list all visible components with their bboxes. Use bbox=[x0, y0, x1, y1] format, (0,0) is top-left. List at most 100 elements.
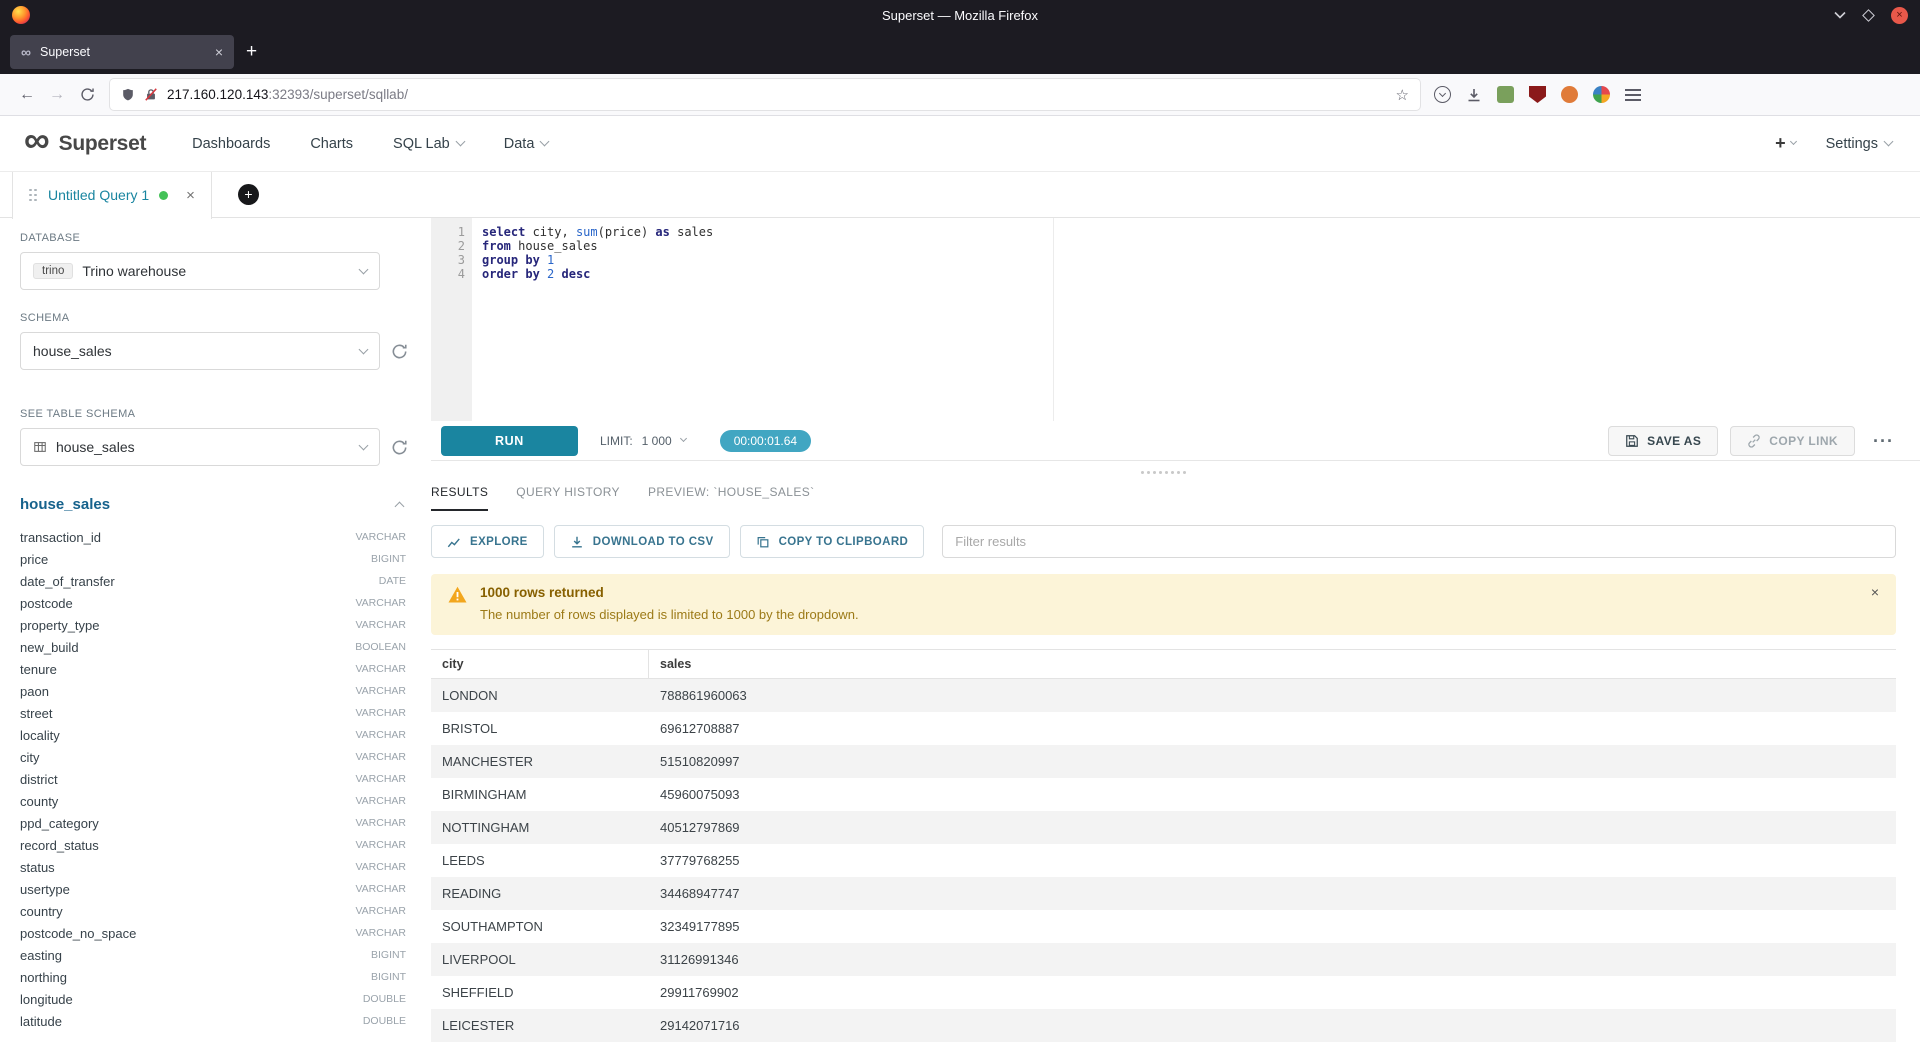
tab-results[interactable]: RESULTS bbox=[431, 485, 488, 511]
limit-dropdown[interactable]: LIMIT: 1 000 bbox=[600, 434, 686, 448]
column-name: price bbox=[20, 552, 371, 567]
table-row: SOUTHAMPTON32349177895 bbox=[431, 910, 1896, 943]
column-name: new_build bbox=[20, 640, 355, 655]
drag-handle-icon[interactable] bbox=[29, 189, 38, 202]
tab-close-icon[interactable]: × bbox=[215, 45, 223, 59]
url-field[interactable]: 217.160.120.143:32393/superset/sqllab/ ☆ bbox=[110, 79, 1420, 110]
column-header-sales[interactable]: sales bbox=[649, 650, 1896, 678]
table-grid-icon bbox=[33, 440, 47, 454]
collapse-table-icon[interactable] bbox=[395, 502, 405, 512]
window-maximize-icon[interactable] bbox=[1862, 9, 1875, 22]
refresh-table-icon[interactable] bbox=[391, 439, 408, 456]
run-button[interactable]: RUN bbox=[441, 426, 578, 456]
pane-resize-handle[interactable] bbox=[431, 464, 1896, 480]
cell-city: LEEDS bbox=[431, 853, 649, 868]
cell-sales: 31126991346 bbox=[649, 952, 1896, 967]
window-minimize-icon[interactable] bbox=[1834, 11, 1846, 19]
settings-menu[interactable]: Settings bbox=[1826, 136, 1892, 152]
table-row: LONDON788861960063 bbox=[431, 679, 1896, 712]
schema-label: SCHEMA bbox=[20, 312, 411, 324]
column-row: postcodeVARCHAR bbox=[20, 592, 406, 614]
column-row: date_of_transferDATE bbox=[20, 570, 406, 592]
downloads-icon[interactable] bbox=[1466, 87, 1482, 103]
insecure-lock-icon[interactable] bbox=[144, 87, 158, 102]
extension-ublock-icon[interactable] bbox=[1529, 86, 1546, 103]
extension-green-icon[interactable] bbox=[1497, 86, 1514, 103]
schema-select[interactable]: house_sales bbox=[20, 332, 380, 370]
database-label: DATABASE bbox=[20, 232, 411, 244]
column-row: priceBIGINT bbox=[20, 548, 406, 570]
cell-sales: 29142071716 bbox=[649, 1018, 1896, 1033]
sql-line: order by 2 desc bbox=[482, 267, 1920, 281]
pocket-icon[interactable] bbox=[1434, 86, 1451, 103]
column-type: DATE bbox=[379, 575, 406, 587]
column-type: VARCHAR bbox=[355, 707, 406, 719]
chevron-down-icon bbox=[455, 137, 465, 147]
refresh-schema-icon[interactable] bbox=[391, 343, 408, 360]
window-close-icon[interactable]: × bbox=[1891, 7, 1908, 24]
table-name[interactable]: house_sales bbox=[20, 496, 396, 513]
table-row: NOTTINGHAM40512797869 bbox=[431, 811, 1896, 844]
column-row: localityVARCHAR bbox=[20, 724, 406, 746]
column-name: postcode bbox=[20, 596, 355, 611]
nav-item-dashboards[interactable]: Dashboards bbox=[192, 136, 270, 152]
bookmark-star-icon[interactable]: ☆ bbox=[1396, 86, 1409, 104]
chevron-down-icon bbox=[359, 344, 369, 354]
column-type: VARCHAR bbox=[355, 685, 406, 697]
column-header-city[interactable]: city bbox=[431, 650, 649, 678]
column-row: northingBIGINT bbox=[20, 966, 406, 988]
nav-item-data[interactable]: Data bbox=[504, 136, 549, 152]
copy-link-button[interactable]: COPY LINK bbox=[1730, 426, 1855, 456]
column-row: ppd_categoryVARCHAR bbox=[20, 812, 406, 834]
column-name: paon bbox=[20, 684, 355, 699]
window-title: Superset — Mozilla Firefox bbox=[0, 8, 1920, 23]
menu-hamburger-icon[interactable] bbox=[1625, 89, 1641, 101]
cell-city: NOTTINGHAM bbox=[431, 820, 649, 835]
explore-button[interactable]: EXPLORE bbox=[431, 525, 544, 558]
database-select[interactable]: trino Trino warehouse bbox=[20, 252, 380, 290]
browser-tab[interactable]: ∞ Superset × bbox=[10, 35, 234, 69]
cell-sales: 69612708887 bbox=[649, 721, 1896, 736]
column-name: date_of_transfer bbox=[20, 574, 379, 589]
tab-query-history[interactable]: QUERY HISTORY bbox=[516, 485, 620, 511]
results-tab-bar: RESULTS QUERY HISTORY PREVIEW: `HOUSE_SA… bbox=[431, 485, 1896, 511]
new-tab-button[interactable]: + bbox=[246, 41, 257, 63]
cell-city: MANCHESTER bbox=[431, 754, 649, 769]
column-row: cityVARCHAR bbox=[20, 746, 406, 768]
forward-button[interactable]: → bbox=[42, 80, 72, 110]
results-action-row: EXPLORE DOWNLOAD TO CSV COPY TO CLIPBOAR… bbox=[431, 525, 1896, 558]
plus-icon: + bbox=[1775, 133, 1786, 154]
warning-triangle-icon bbox=[447, 585, 468, 622]
table-row: READING34468947747 bbox=[431, 877, 1896, 910]
results-table-header: city sales bbox=[431, 649, 1896, 679]
nav-item-sql-lab[interactable]: SQL Lab bbox=[393, 136, 464, 152]
query-tab[interactable]: Untitled Query 1 × bbox=[12, 172, 212, 219]
chevron-down-icon bbox=[1884, 137, 1894, 147]
sql-code[interactable]: select city, sum(price) as salesfrom hou… bbox=[472, 218, 1920, 421]
column-name: latitude bbox=[20, 1014, 363, 1029]
new-content-button[interactable]: + bbox=[1775, 133, 1796, 154]
column-type: VARCHAR bbox=[355, 883, 406, 895]
nav-item-charts[interactable]: Charts bbox=[310, 136, 353, 152]
extension-orange-icon[interactable] bbox=[1561, 86, 1578, 103]
column-type: VARCHAR bbox=[355, 773, 406, 785]
column-name: county bbox=[20, 794, 355, 809]
download-csv-button[interactable]: DOWNLOAD TO CSV bbox=[554, 525, 730, 558]
cell-city: LONDON bbox=[431, 688, 649, 703]
copy-clipboard-button[interactable]: COPY TO CLIPBOARD bbox=[740, 525, 925, 558]
reload-button[interactable] bbox=[72, 80, 102, 110]
table-select[interactable]: house_sales bbox=[20, 428, 380, 466]
column-type: VARCHAR bbox=[355, 927, 406, 939]
back-button[interactable]: ← bbox=[12, 80, 42, 110]
tracking-protection-shield-icon[interactable] bbox=[121, 87, 135, 102]
superset-logo[interactable]: ∞ Superset bbox=[24, 132, 146, 156]
save-as-button[interactable]: SAVE AS bbox=[1608, 426, 1718, 456]
tab-preview-house-sales[interactable]: PREVIEW: `HOUSE_SALES` bbox=[648, 485, 815, 511]
sql-editor[interactable]: 1234 select city, sum(price) as salesfro… bbox=[431, 218, 1920, 421]
alert-close-icon[interactable]: × bbox=[1871, 584, 1879, 600]
query-tab-close-icon[interactable]: × bbox=[186, 187, 195, 204]
more-actions-icon[interactable]: ··· bbox=[1873, 432, 1894, 450]
extension-pinwheel-icon[interactable] bbox=[1593, 86, 1610, 103]
add-query-tab-button[interactable]: + bbox=[238, 184, 259, 205]
filter-results-input[interactable] bbox=[942, 525, 1896, 558]
